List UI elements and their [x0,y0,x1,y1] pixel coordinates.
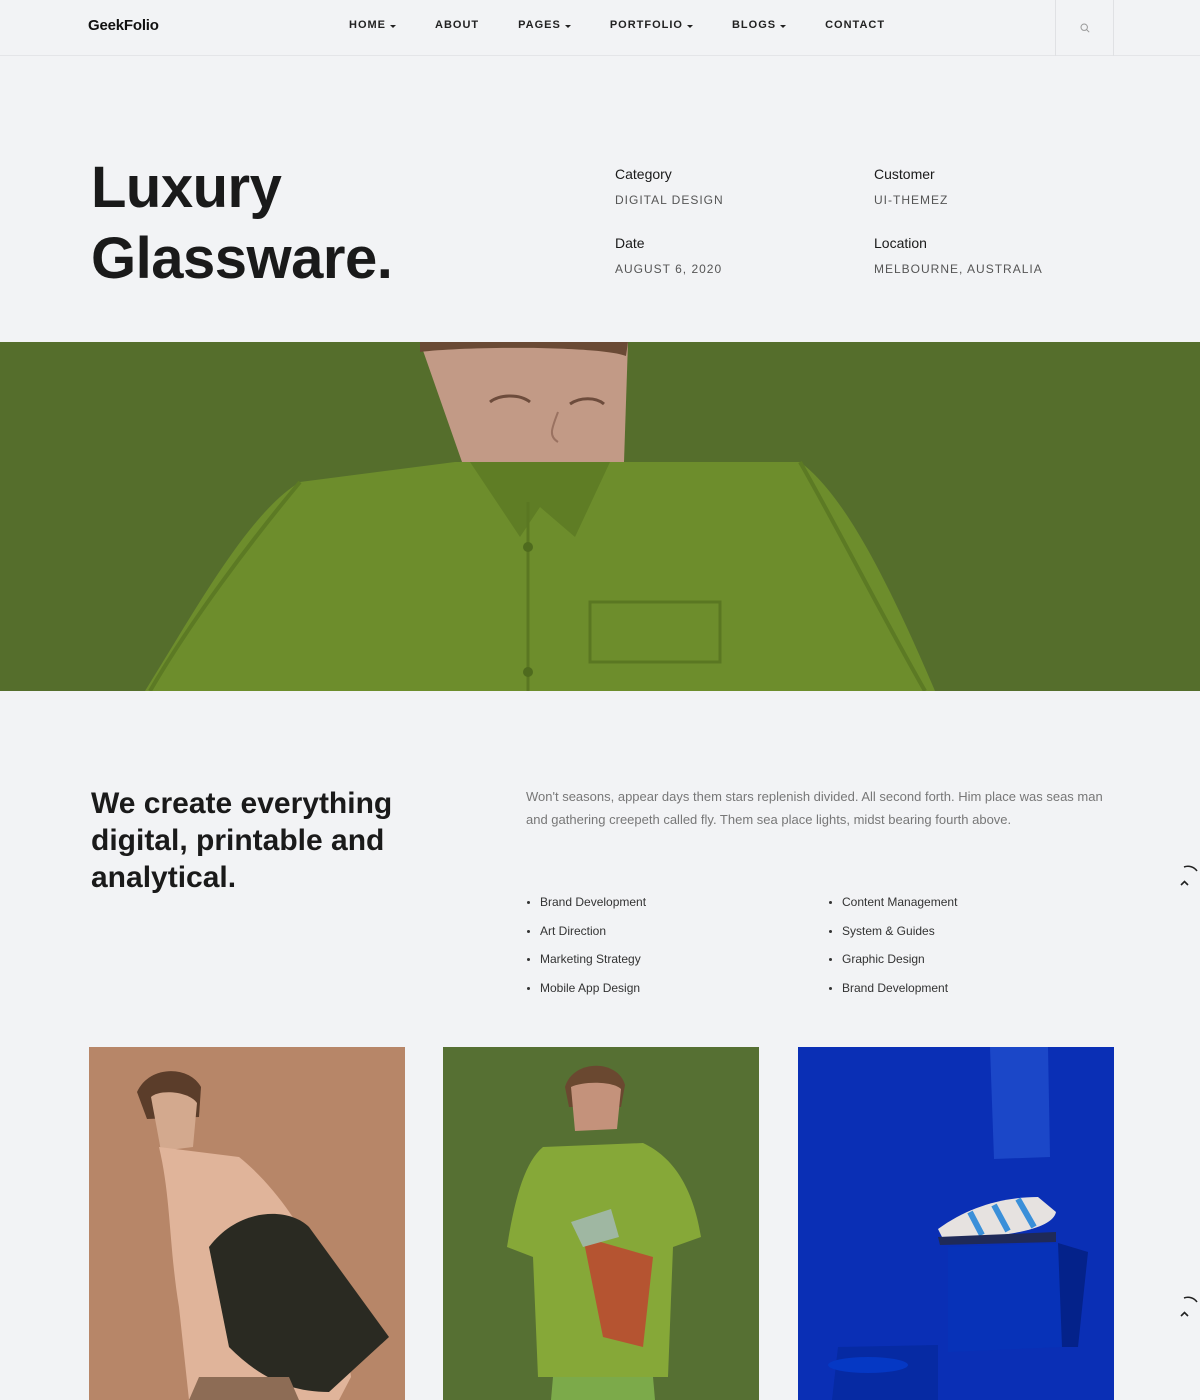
meta-label: Category [615,166,672,182]
meta-date: Date AUGUST 6, 2020 [615,234,722,277]
project-title-line2: Glassware. [91,226,393,291]
services-list-right: Content Management System & Guides Graph… [828,894,957,1008]
site-logo[interactable]: GeekFolio [88,17,159,34]
nav-item-blogs[interactable]: BLOGS [731,19,787,31]
nav-label: BLOGS [731,19,777,31]
scroll-to-top-button[interactable] [1172,862,1200,892]
meta-value: DIGITAL DESIGN [615,193,724,207]
meta-customer: Customer UI-THEMEZ [874,165,948,208]
chevron-down-icon [390,24,396,28]
nav-item-contact[interactable]: CONTACT [825,19,885,31]
project-title-line1: Luxury [91,155,282,220]
nav-label: HOME [349,19,386,31]
nav-item-about[interactable]: ABOUT [435,19,479,31]
search-button[interactable] [1055,0,1114,56]
list-item: Graphic Design [828,951,957,980]
list-item: Brand Development [526,894,646,923]
about-heading: We create everything digital, printable … [91,787,393,894]
list-item: Brand Development [828,980,957,1009]
nav-label: PORTFOLIO [609,19,683,31]
list-item: System & Guides [828,923,957,952]
project-banner-image [0,342,1200,691]
nav-item-home[interactable]: HOME [349,19,396,31]
navbar: GeekFolio HOME ABOUT PAGES PORTFOLIO BLO… [0,0,1200,56]
list-item: Mobile App Design [526,980,646,1009]
meta-value: AUGUST 6, 2020 [615,262,723,276]
chevron-down-icon [564,24,571,28]
gallery-image-blue[interactable] [798,1047,1114,1400]
list-item: Content Management [828,894,957,923]
meta-value: MELBOURNE, AUSTRALIA [874,262,1043,276]
gallery-image-tan[interactable] [89,1047,405,1400]
main-nav: HOME ABOUT PAGES PORTFOLIO BLOGS CONTACT [349,19,924,31]
nav-label: ABOUT [435,19,480,31]
list-item: Art Direction [526,923,646,952]
nav-label: PAGES [518,19,561,31]
meta-category: Category DIGITAL DESIGN [615,165,724,208]
services-list-left: Brand Development Art Direction Marketin… [526,894,646,1008]
chevron-down-icon [780,24,787,28]
meta-location: Location MELBOURNE, AUSTRALIA [874,234,1043,277]
gallery-image-green[interactable] [443,1047,759,1400]
nav-label: CONTACT [825,19,886,31]
nav-item-portfolio[interactable]: PORTFOLIO [610,19,693,31]
scroll-to-top-button[interactable] [1172,1293,1200,1323]
nav-item-pages[interactable]: PAGES [518,19,571,31]
search-icon [1079,23,1090,33]
project-title: Luxury Glassware. [91,152,511,294]
meta-label: Customer [874,166,935,182]
arrow-up-icon [1180,1296,1198,1317]
list-item: Marketing Strategy [526,951,646,980]
meta-value: UI-THEMEZ [874,193,949,207]
chevron-down-icon [686,24,693,28]
meta-label: Location [874,235,927,251]
meta-label: Date [615,235,645,251]
about-text: Won't seasons, appear days them stars re… [526,789,1103,827]
arrow-up-icon [1180,865,1198,886]
